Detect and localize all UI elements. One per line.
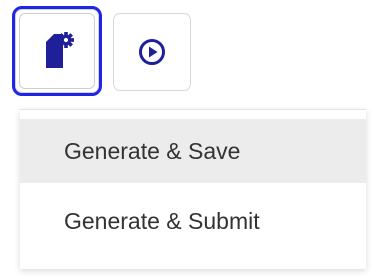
run-button[interactable] — [113, 13, 191, 91]
menu-item-generate-save[interactable]: Generate & Save — [20, 119, 366, 183]
generate-dropdown-menu: Generate & Save Generate & Submit — [20, 109, 366, 269]
screen: Generate & Save Generate & Submit — [0, 0, 378, 279]
menu-item-label: Generate & Save — [64, 137, 241, 164]
generate-button-inner — [19, 13, 95, 89]
document-gear-icon — [46, 32, 74, 68]
play-circle-icon — [139, 39, 165, 65]
menu-item-label: Generate & Submit — [64, 207, 260, 234]
menu-item-generate-submit[interactable]: Generate & Submit — [20, 189, 366, 253]
generate-button[interactable] — [12, 6, 102, 96]
